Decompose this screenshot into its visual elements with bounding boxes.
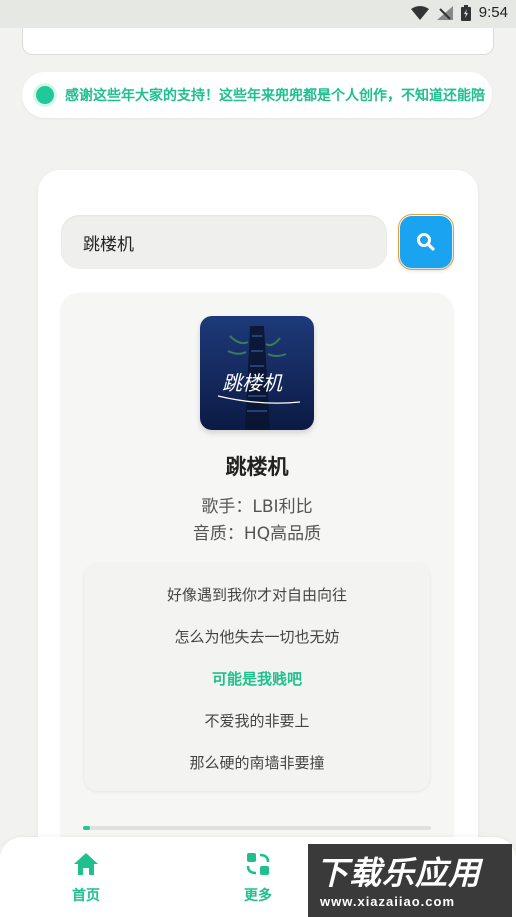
signal-off-icon: [436, 5, 453, 20]
watermark-url-text: www.xiazaiiao.com: [320, 894, 456, 909]
lyric-line-current: 可能是我贱吧: [211, 670, 302, 688]
status-bar: 9:54: [0, 0, 516, 28]
watermark-main-text: 下载乐应用: [316, 854, 482, 892]
clock: 9:54: [478, 4, 508, 21]
refresh-grid-icon: [246, 853, 270, 875]
album-cover[interactable]: 跳楼机: [200, 316, 314, 430]
song-singer: 歌手：LBI利比: [201, 497, 313, 517]
lyric-line: 不爱我的非要上: [204, 712, 310, 730]
lyric-line: 那么硬的南墙非要撞: [189, 754, 325, 772]
album-cover-image: 跳楼机: [200, 316, 314, 430]
notice-bar[interactable]: 感谢这些年大家的支持！这些年来兜兜都是个人创作，不知道还能陪: [22, 72, 492, 118]
nav-home-label: 首页: [72, 888, 100, 904]
search-icon: [417, 233, 435, 251]
cover-title-art: 跳楼机: [222, 371, 283, 395]
lyric-line: 好像遇到我你才对自由向往: [166, 586, 347, 604]
home-icon: [74, 853, 98, 875]
nav-home[interactable]: 首页: [46, 849, 126, 905]
battery-icon: [460, 4, 471, 21]
lyrics-box: 好像遇到我你才对自由向往 怎么为他失去一切也无妨 可能是我贱吧 不爱我的非要上 …: [84, 563, 430, 791]
lyric-line: 怎么为他失去一切也无妨: [174, 628, 340, 646]
watermark-logo: 下载乐应用 www.xiazaiiao.com: [308, 844, 512, 917]
main-card: 跳楼机 跳楼机 跳楼机 歌手：LBI利比 音质：HQ高品质 好像遇到我你才对自由…: [38, 170, 478, 893]
nav-more[interactable]: 更多: [218, 849, 298, 905]
progress-bar[interactable]: [83, 826, 431, 830]
notice-dot-icon: [33, 83, 57, 107]
song-quality: 音质：HQ高品质: [192, 524, 322, 544]
top-card: [22, 28, 494, 55]
notice-text: 感谢这些年大家的支持！这些年来兜兜都是个人创作，不知道还能陪: [65, 88, 485, 104]
song-title: 跳楼机: [225, 455, 289, 479]
nav-more-label: 更多: [244, 888, 272, 904]
progress-fill: [83, 826, 90, 830]
song-panel: 跳楼机 跳楼机 歌手：LBI利比 音质：HQ高品质 好像遇到我你才对自由向往 怎…: [61, 293, 453, 893]
wifi-icon: [410, 5, 429, 20]
search-button[interactable]: [398, 214, 454, 270]
search-input[interactable]: 跳楼机: [61, 215, 387, 269]
